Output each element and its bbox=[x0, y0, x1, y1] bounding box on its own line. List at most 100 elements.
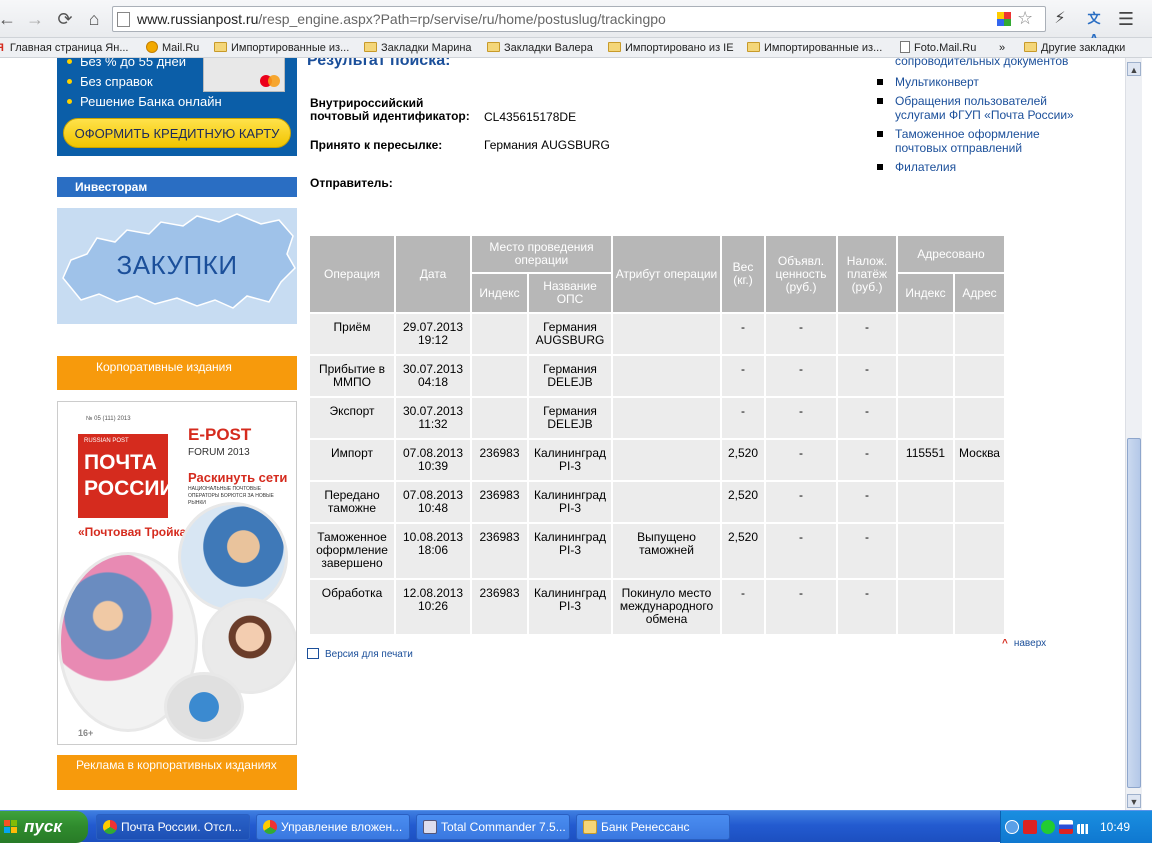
mailru-icon bbox=[146, 41, 158, 53]
accepted-value: Германия AUGSBURG bbox=[484, 138, 610, 152]
link-multikonvert[interactable]: Мультиконверт bbox=[876, 75, 1076, 89]
page-viewport: Без % до 55 дней Без справок Решение Бан… bbox=[0, 58, 1125, 810]
bookmark-ie[interactable]: Импортировано из IE bbox=[608, 40, 734, 56]
table-row: Прибытие в ММПО 30.07.2013 04:18 Германия D… bbox=[310, 356, 1004, 396]
bookmark-imported-1[interactable]: Импортированные из... bbox=[214, 40, 349, 56]
menu-icon[interactable]: ☰ bbox=[1116, 9, 1136, 29]
bookmark-valera[interactable]: Закладки Валера bbox=[487, 40, 593, 56]
cell-cod: - bbox=[838, 524, 896, 578]
task-pochta[interactable]: Почта России. Отсл... bbox=[96, 814, 250, 840]
vertical-scrollbar[interactable]: ▲ ▼ bbox=[1125, 58, 1142, 810]
ads-corporate-link[interactable]: Реклама в корпоративных изданиях bbox=[57, 755, 297, 790]
cell-declared: - bbox=[766, 580, 836, 634]
cell-cod: - bbox=[838, 398, 896, 438]
folder-icon bbox=[747, 42, 760, 52]
folder-icon bbox=[214, 42, 227, 52]
accepted-label: Принято к пересылке: bbox=[310, 138, 443, 152]
print-version-link[interactable]: Версия для печати bbox=[307, 648, 413, 660]
tray-antivirus-icon[interactable] bbox=[1023, 820, 1037, 834]
zakupki-banner[interactable]: ЗАКУПКИ bbox=[57, 208, 297, 324]
cell-attribute: Покинуло место международного обмена bbox=[613, 580, 720, 634]
cell-ops-name: Германия DELEJB bbox=[529, 356, 611, 396]
bookmark-mailru[interactable]: Mail.Ru bbox=[146, 40, 199, 56]
task-total-commander[interactable]: Total Commander 7.5... bbox=[416, 814, 570, 840]
cell-date: 12.08.2013 10:26 bbox=[396, 580, 470, 634]
reload-icon[interactable]: ⟳ bbox=[54, 8, 76, 30]
bookmark-marina[interactable]: Закладки Марина bbox=[364, 40, 472, 56]
cell-ops-name: Калининград PI-3 bbox=[529, 482, 611, 522]
tracking-table: Операция Дата Место проведения операции … bbox=[308, 234, 1006, 636]
forward-icon[interactable]: → bbox=[24, 8, 46, 30]
corporate-editions-link[interactable]: Корпоративные издания bbox=[57, 356, 297, 390]
cell-declared: - bbox=[766, 356, 836, 396]
bookmark-yandex[interactable]: ЯГлавная страница Ян... bbox=[0, 40, 128, 56]
tracking-rows: Приём 29.07.2013 19:12 Германия AUGSBURG - - -… bbox=[310, 314, 1004, 634]
cell-addr bbox=[955, 398, 1004, 438]
bookmark-foto[interactable]: Foto.Mail.Ru bbox=[900, 40, 976, 56]
table-row: Импорт 07.08.2013 10:39 236983 Калининград P… bbox=[310, 440, 1004, 480]
link-philately[interactable]: Филателия bbox=[876, 160, 1076, 174]
home-icon[interactable]: ⌂ bbox=[83, 8, 105, 30]
cell-declared: - bbox=[766, 524, 836, 578]
cell-cod: - bbox=[838, 440, 896, 480]
task-renaissance[interactable]: Банк Ренессанс bbox=[576, 814, 730, 840]
chrome-icon bbox=[263, 820, 277, 834]
bookmark-imported-2[interactable]: Импортированные из... bbox=[747, 40, 882, 56]
th-index: Индекс bbox=[472, 274, 527, 312]
cell-addr bbox=[955, 580, 1004, 634]
cell-weight: - bbox=[722, 314, 764, 354]
cell-weight: - bbox=[722, 398, 764, 438]
star-icon[interactable]: ☆ bbox=[1017, 8, 1033, 29]
start-button[interactable]: пуск bbox=[0, 811, 88, 843]
back-icon[interactable]: ← bbox=[0, 8, 18, 30]
tray-signal-icon[interactable] bbox=[1077, 824, 1091, 834]
magazine-cover[interactable]: № 05 (111) 2013 RUSSIAN POST ПОЧТА РОССИ… bbox=[57, 401, 297, 745]
bookmarks-overflow[interactable]: » bbox=[999, 40, 1005, 56]
scroll-up-icon[interactable]: ▲ bbox=[1127, 62, 1141, 76]
table-row: Приём 29.07.2013 19:12 Германия AUGSBURG - - - bbox=[310, 314, 1004, 354]
task-management[interactable]: Управление вложен... bbox=[256, 814, 410, 840]
link-customs[interactable]: Таможенное оформление почтовых отправлен… bbox=[876, 127, 1076, 155]
extension-icon[interactable] bbox=[997, 12, 1011, 26]
th-addr: Адрес bbox=[955, 274, 1004, 312]
cell-ops-name: Калининград PI-3 bbox=[529, 580, 611, 634]
cell-operation: Импорт bbox=[310, 440, 394, 480]
printer-icon bbox=[307, 648, 319, 659]
address-bar[interactable]: www.russianpost.ru/resp_engine.aspx?Path… bbox=[112, 6, 1046, 32]
link-documents[interactable]: сопроводительных документов bbox=[876, 58, 1076, 68]
apply-credit-card-button[interactable]: ОФОРМИТЬ КРЕДИТНУЮ КАРТУ bbox=[63, 118, 291, 148]
tracking-id: CL435615178DE bbox=[484, 110, 577, 124]
cell-date: 30.07.2013 04:18 bbox=[396, 356, 470, 396]
investors-link[interactable]: Инвесторам bbox=[57, 177, 297, 197]
promo-bullet: Без % до 55 дней bbox=[67, 58, 222, 72]
translate-icon[interactable]: 文A bbox=[1084, 9, 1104, 46]
cell-weight: 2,520 bbox=[722, 482, 764, 522]
bullet-square-icon bbox=[877, 131, 883, 137]
th-attribute: Атрибут операции bbox=[613, 236, 720, 312]
cell-operation: Экспорт bbox=[310, 398, 394, 438]
folder-icon bbox=[1024, 42, 1037, 52]
table-row: Экспорт 30.07.2013 11:32 Германия DELEJB - - - bbox=[310, 398, 1004, 438]
cell-attribute bbox=[613, 356, 720, 396]
back-to-top-link[interactable]: ^ наверх bbox=[1002, 638, 1046, 649]
credit-card-promo[interactable]: Без % до 55 дней Без справок Решение Бан… bbox=[57, 58, 297, 156]
cell-declared: - bbox=[766, 314, 836, 354]
magazine-issue: № 05 (111) 2013 bbox=[86, 416, 131, 422]
th-weight: Вес (кг.) bbox=[722, 236, 764, 312]
folder-icon bbox=[487, 42, 500, 52]
promo-bullet: Решение Банка онлайн bbox=[67, 92, 222, 112]
tray-network-icon[interactable] bbox=[1041, 820, 1055, 834]
cell-attribute: Выпущено таможней bbox=[613, 524, 720, 578]
scroll-thumb[interactable] bbox=[1127, 438, 1141, 788]
windows-taskbar: пуск Почта России. Отсл... Управление вл… bbox=[0, 810, 1152, 843]
tray-language-icon[interactable] bbox=[1059, 820, 1073, 834]
flash-icon[interactable]: ⚡ bbox=[1050, 9, 1070, 29]
scroll-down-icon[interactable]: ▼ bbox=[1127, 794, 1141, 808]
cell-index bbox=[472, 314, 527, 354]
link-user-appeals[interactable]: Обращения пользователей услугами ФГУП «П… bbox=[876, 94, 1076, 122]
bookmark-other[interactable]: Другие закладки bbox=[1024, 40, 1125, 56]
cell-addr bbox=[955, 314, 1004, 354]
promo-bullets: Без % до 55 дней Без справок Решение Бан… bbox=[67, 58, 222, 112]
cell-cod: - bbox=[838, 482, 896, 522]
tray-arrow-icon[interactable] bbox=[1005, 820, 1019, 834]
